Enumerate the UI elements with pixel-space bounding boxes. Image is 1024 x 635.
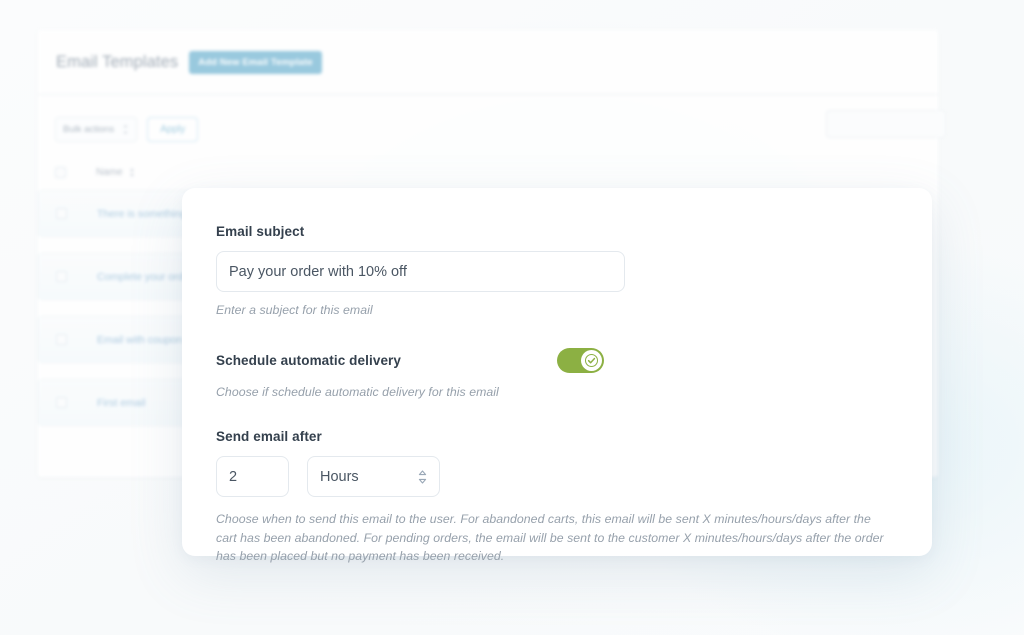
column-header-name[interactable]: Name <box>96 167 123 178</box>
sort-icon[interactable] <box>129 168 135 177</box>
row-checkbox[interactable] <box>56 208 67 219</box>
row-checkbox[interactable] <box>56 271 67 282</box>
page-title: Email Templates <box>56 52 179 71</box>
email-subject-input[interactable]: Pay your order with 10% off <box>216 251 625 292</box>
check-icon <box>585 354 598 367</box>
email-template-settings-modal: Email subject Pay your order with 10% of… <box>182 188 932 563</box>
add-new-email-template-button[interactable]: Add New Email Template <box>189 50 322 74</box>
template-name-link[interactable]: Email with coupon <box>97 334 182 346</box>
toggle-knob <box>581 350 602 371</box>
schedule-delivery-help: Choose if schedule automatic delivery fo… <box>216 385 499 399</box>
table-header-row: Name <box>38 158 938 186</box>
search-input[interactable] <box>826 110 946 138</box>
delay-unit-value: Hours <box>320 468 359 485</box>
send-email-after-label: Send email after <box>216 429 322 444</box>
row-checkbox[interactable] <box>56 334 67 345</box>
chevron-updown-icon <box>122 124 129 135</box>
delay-unit-select[interactable]: Hours <box>307 456 440 497</box>
panel-header: Email Templates Add New Email Template <box>38 30 938 95</box>
email-subject-value: Pay your order with 10% off <box>229 263 407 280</box>
bulk-actions-label: Bulk actions <box>63 124 115 135</box>
schedule-delivery-toggle[interactable] <box>557 348 604 373</box>
chevron-updown-icon <box>418 469 427 484</box>
apply-button[interactable]: Apply <box>147 117 199 142</box>
schedule-delivery-field: Schedule automatic delivery Choose if sc… <box>216 348 898 399</box>
select-all-checkbox[interactable] <box>55 166 66 178</box>
email-subject-label: Email subject <box>216 224 305 239</box>
send-email-after-controls: 2 Hours <box>216 456 898 497</box>
schedule-delivery-label: Schedule automatic delivery <box>216 353 402 368</box>
template-name-link[interactable]: First email <box>97 397 145 409</box>
bulk-actions-toolbar: Bulk actions Apply <box>38 95 938 142</box>
schedule-delivery-row: Schedule automatic delivery <box>216 348 604 373</box>
delay-amount-input[interactable]: 2 <box>216 456 289 497</box>
delay-amount-value: 2 <box>229 468 238 485</box>
send-email-after-field: Send email after 2 Hours Choose when to … <box>216 429 898 566</box>
send-email-after-help: Choose when to send this email to the us… <box>216 512 884 564</box>
email-subject-field: Email subject Pay your order with 10% of… <box>216 224 898 317</box>
bulk-actions-select[interactable]: Bulk actions <box>55 117 138 142</box>
row-checkbox[interactable] <box>56 397 67 408</box>
email-subject-help: Enter a subject for this email <box>216 303 373 317</box>
